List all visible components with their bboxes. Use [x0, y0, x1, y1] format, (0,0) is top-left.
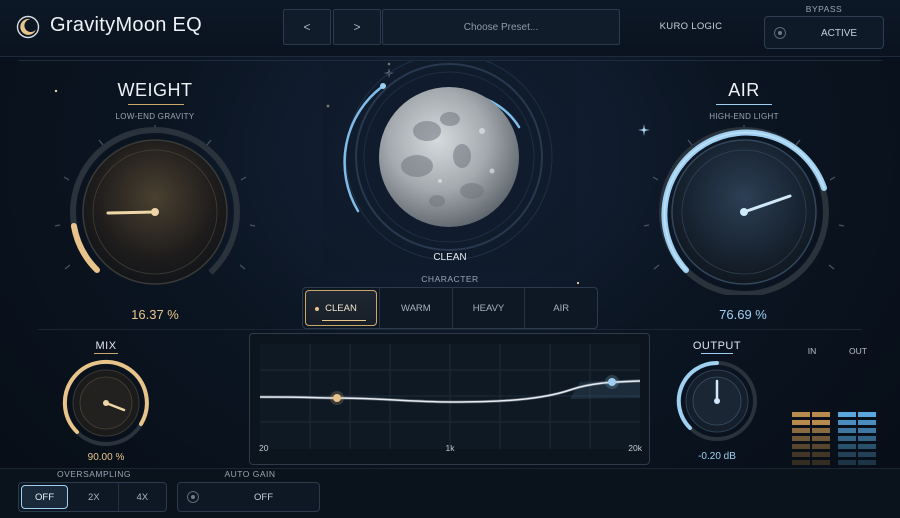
- output-knob[interactable]: [672, 358, 762, 442]
- weight-value: 16.37 %: [131, 307, 179, 322]
- output-title: OUTPUT: [692, 340, 742, 352]
- oversampling-label: OVERSAMPLING: [56, 469, 132, 479]
- character-selector: CLEAN WARM HEAVY AIR: [302, 287, 598, 329]
- eq-tick-1k: 1k: [445, 443, 455, 453]
- auto-gain-label: AUTO GAIN: [224, 469, 276, 479]
- oversampling-option-4x[interactable]: 4X: [117, 483, 167, 511]
- character-option-heavy[interactable]: HEAVY: [451, 288, 525, 328]
- selected-underline: [322, 319, 366, 321]
- mix-value: 90.00 %: [87, 452, 125, 463]
- air-value: 76.69 %: [719, 307, 767, 322]
- character-option-warm[interactable]: WARM: [379, 288, 452, 328]
- air-title-underline: [716, 104, 772, 105]
- air-knob[interactable]: [644, 125, 844, 295]
- air-title: AIR: [728, 80, 760, 100]
- weight-subtitle: LOW-END GRAVITY: [115, 112, 195, 121]
- oversampling-option-off[interactable]: OFF: [21, 485, 68, 509]
- eq-tick-20k: 20k: [628, 443, 642, 453]
- mix-title: MIX: [95, 340, 117, 352]
- level-meters: [792, 412, 876, 465]
- eq-tick-20: 20: [259, 443, 269, 453]
- oversampling-option-2x[interactable]: 2X: [70, 483, 118, 511]
- selected-dot-icon: [315, 307, 319, 311]
- weight-title-underline: [128, 104, 184, 105]
- character-option-clean[interactable]: CLEAN: [305, 290, 377, 326]
- meter-in-label: IN: [807, 346, 817, 356]
- moon-display[interactable]: [322, 61, 576, 271]
- character-label: CHARACTER: [421, 274, 479, 284]
- character-option-label: CLEAN: [325, 302, 357, 314]
- auto-gain-radio-icon: [187, 491, 199, 503]
- meter-out-label: OUT: [849, 346, 867, 356]
- weight-title: WEIGHT: [117, 80, 193, 100]
- eq-curve-panel[interactable]: 20 1k 20k: [249, 333, 650, 465]
- mix-knob[interactable]: [58, 358, 154, 446]
- plugin-window: GravityMoon EQ < > Choose Preset... KURO…: [0, 0, 900, 518]
- output-title-underline: [701, 353, 733, 354]
- moon-mode-label: CLEAN: [433, 252, 467, 263]
- mix-title-underline: [94, 353, 118, 354]
- air-subtitle: HIGH-END LIGHT: [709, 112, 779, 121]
- character-option-air[interactable]: AIR: [524, 288, 597, 328]
- auto-gain-toggle[interactable]: OFF: [177, 482, 320, 512]
- auto-gain-state: OFF: [254, 492, 273, 503]
- output-value: -0.20 dB: [698, 451, 736, 462]
- weight-knob[interactable]: [55, 125, 255, 295]
- oversampling-selector: OFF 2X 4X: [18, 482, 167, 512]
